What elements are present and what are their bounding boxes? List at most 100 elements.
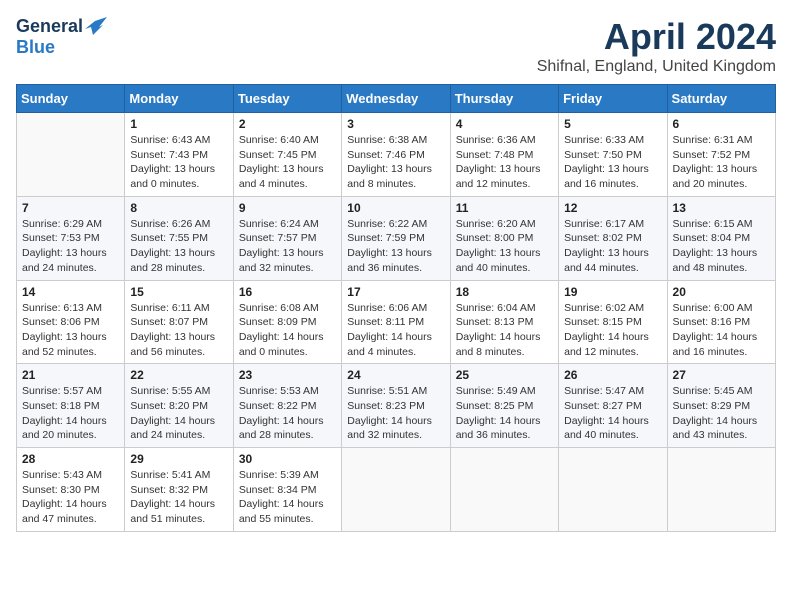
calendar-table: SundayMondayTuesdayWednesdayThursdayFrid… — [16, 84, 776, 532]
calendar-cell — [17, 113, 125, 197]
day-info: Sunrise: 6:02 AMSunset: 8:15 PMDaylight:… — [564, 301, 661, 360]
calendar-cell: 19 Sunrise: 6:02 AMSunset: 8:15 PMDayligh… — [559, 280, 667, 364]
day-info: Sunrise: 5:41 AMSunset: 8:32 PMDaylight:… — [130, 468, 227, 527]
calendar-cell: 1 Sunrise: 6:43 AMSunset: 7:43 PMDaylight… — [125, 113, 233, 197]
day-number: 30 — [239, 452, 336, 466]
logo-general-text: General — [16, 16, 83, 37]
day-info: Sunrise: 5:45 AMSunset: 8:29 PMDaylight:… — [673, 384, 770, 443]
day-info: Sunrise: 5:53 AMSunset: 8:22 PMDaylight:… — [239, 384, 336, 443]
day-number: 24 — [347, 368, 444, 382]
day-info: Sunrise: 5:47 AMSunset: 8:27 PMDaylight:… — [564, 384, 661, 443]
calendar-cell: 12 Sunrise: 6:17 AMSunset: 8:02 PMDayligh… — [559, 196, 667, 280]
location-title: Shifnal, England, United Kingdom — [537, 58, 776, 76]
day-info: Sunrise: 6:20 AMSunset: 8:00 PMDaylight:… — [456, 217, 553, 276]
logo-blue-text: Blue — [16, 37, 55, 58]
day-info: Sunrise: 6:04 AMSunset: 8:13 PMDaylight:… — [456, 301, 553, 360]
day-info: Sunrise: 5:51 AMSunset: 8:23 PMDaylight:… — [347, 384, 444, 443]
day-info: Sunrise: 6:36 AMSunset: 7:48 PMDaylight:… — [456, 133, 553, 192]
day-number: 3 — [347, 117, 444, 131]
calendar-cell: 15 Sunrise: 6:11 AMSunset: 8:07 PMDayligh… — [125, 280, 233, 364]
calendar-cell: 3 Sunrise: 6:38 AMSunset: 7:46 PMDaylight… — [342, 113, 450, 197]
weekday-header: Saturday — [667, 85, 775, 113]
calendar-cell: 4 Sunrise: 6:36 AMSunset: 7:48 PMDaylight… — [450, 113, 558, 197]
weekday-header: Thursday — [450, 85, 558, 113]
weekday-header: Tuesday — [233, 85, 341, 113]
calendar-cell: 29 Sunrise: 5:41 AMSunset: 8:32 PMDayligh… — [125, 448, 233, 532]
calendar-cell: 8 Sunrise: 6:26 AMSunset: 7:55 PMDaylight… — [125, 196, 233, 280]
calendar-cell: 11 Sunrise: 6:20 AMSunset: 8:00 PMDayligh… — [450, 196, 558, 280]
day-number: 4 — [456, 117, 553, 131]
day-number: 19 — [564, 285, 661, 299]
day-number: 21 — [22, 368, 119, 382]
calendar-week-row: 21 Sunrise: 5:57 AMSunset: 8:18 PMDayligh… — [17, 364, 776, 448]
day-info: Sunrise: 6:29 AMSunset: 7:53 PMDaylight:… — [22, 217, 119, 276]
day-info: Sunrise: 6:33 AMSunset: 7:50 PMDaylight:… — [564, 133, 661, 192]
header-area: General Blue April 2024 Shifnal, England… — [16, 16, 776, 76]
day-number: 28 — [22, 452, 119, 466]
calendar-week-row: 1 Sunrise: 6:43 AMSunset: 7:43 PMDaylight… — [17, 113, 776, 197]
weekday-header: Sunday — [17, 85, 125, 113]
day-info: Sunrise: 6:08 AMSunset: 8:09 PMDaylight:… — [239, 301, 336, 360]
calendar-cell: 16 Sunrise: 6:08 AMSunset: 8:09 PMDayligh… — [233, 280, 341, 364]
calendar-cell — [450, 448, 558, 532]
day-info: Sunrise: 6:13 AMSunset: 8:06 PMDaylight:… — [22, 301, 119, 360]
day-info: Sunrise: 6:43 AMSunset: 7:43 PMDaylight:… — [130, 133, 227, 192]
day-number: 6 — [673, 117, 770, 131]
day-number: 5 — [564, 117, 661, 131]
day-info: Sunrise: 5:39 AMSunset: 8:34 PMDaylight:… — [239, 468, 336, 527]
day-info: Sunrise: 6:38 AMSunset: 7:46 PMDaylight:… — [347, 133, 444, 192]
day-info: Sunrise: 6:00 AMSunset: 8:16 PMDaylight:… — [673, 301, 770, 360]
calendar-week-row: 7 Sunrise: 6:29 AMSunset: 7:53 PMDaylight… — [17, 196, 776, 280]
day-number: 10 — [347, 201, 444, 215]
calendar-cell — [342, 448, 450, 532]
calendar-cell: 28 Sunrise: 5:43 AMSunset: 8:30 PMDayligh… — [17, 448, 125, 532]
calendar-cell: 26 Sunrise: 5:47 AMSunset: 8:27 PMDayligh… — [559, 364, 667, 448]
day-number: 1 — [130, 117, 227, 131]
calendar-cell: 9Sunrise: 6:24 AMSunset: 7:57 PMDaylight… — [233, 196, 341, 280]
day-info: Sunrise: 6:15 AMSunset: 8:04 PMDaylight:… — [673, 217, 770, 276]
day-number: 11 — [456, 201, 553, 215]
calendar-cell: 5 Sunrise: 6:33 AMSunset: 7:50 PMDaylight… — [559, 113, 667, 197]
calendar-cell: 10Sunrise: 6:22 AMSunset: 7:59 PMDayligh… — [342, 196, 450, 280]
calendar-cell: 14Sunrise: 6:13 AMSunset: 8:06 PMDayligh… — [17, 280, 125, 364]
day-info: Sunrise: 6:31 AMSunset: 7:52 PMDaylight:… — [673, 133, 770, 192]
day-number: 7 — [22, 201, 119, 215]
calendar-cell: 18 Sunrise: 6:04 AMSunset: 8:13 PMDayligh… — [450, 280, 558, 364]
day-number: 18 — [456, 285, 553, 299]
day-number: 13 — [673, 201, 770, 215]
day-number: 2 — [239, 117, 336, 131]
day-info: Sunrise: 6:06 AMSunset: 8:11 PMDaylight:… — [347, 301, 444, 360]
day-info: Sunrise: 5:55 AMSunset: 8:20 PMDaylight:… — [130, 384, 227, 443]
day-info: Sunrise: 5:57 AMSunset: 8:18 PMDaylight:… — [22, 384, 119, 443]
calendar-cell: 22Sunrise: 5:55 AMSunset: 8:20 PMDayligh… — [125, 364, 233, 448]
day-number: 17 — [347, 285, 444, 299]
day-info: Sunrise: 6:26 AMSunset: 7:55 PMDaylight:… — [130, 217, 227, 276]
day-number: 12 — [564, 201, 661, 215]
calendar-week-row: 28 Sunrise: 5:43 AMSunset: 8:30 PMDayligh… — [17, 448, 776, 532]
day-info: Sunrise: 6:11 AMSunset: 8:07 PMDaylight:… — [130, 301, 227, 360]
day-number: 8 — [130, 201, 227, 215]
month-title: April 2024 — [537, 16, 776, 58]
day-number: 16 — [239, 285, 336, 299]
calendar-cell: 17 Sunrise: 6:06 AMSunset: 8:11 PMDayligh… — [342, 280, 450, 364]
day-number: 15 — [130, 285, 227, 299]
calendar-cell: 21 Sunrise: 5:57 AMSunset: 8:18 PMDayligh… — [17, 364, 125, 448]
day-number: 23 — [239, 368, 336, 382]
day-number: 9 — [239, 201, 336, 215]
day-number: 25 — [456, 368, 553, 382]
weekday-header: Monday — [125, 85, 233, 113]
calendar-cell: 20 Sunrise: 6:00 AMSunset: 8:16 PMDayligh… — [667, 280, 775, 364]
weekday-header: Wednesday — [342, 85, 450, 113]
day-number: 27 — [673, 368, 770, 382]
calendar-cell — [559, 448, 667, 532]
day-info: Sunrise: 5:43 AMSunset: 8:30 PMDaylight:… — [22, 468, 119, 527]
logo: General Blue — [16, 16, 107, 58]
day-number: 20 — [673, 285, 770, 299]
calendar-cell: 24 Sunrise: 5:51 AMSunset: 8:23 PMDayligh… — [342, 364, 450, 448]
day-info: Sunrise: 5:49 AMSunset: 8:25 PMDaylight:… — [456, 384, 553, 443]
day-info: Sunrise: 6:17 AMSunset: 8:02 PMDaylight:… — [564, 217, 661, 276]
day-number: 26 — [564, 368, 661, 382]
calendar-cell — [667, 448, 775, 532]
day-number: 29 — [130, 452, 227, 466]
day-info: Sunrise: 6:40 AMSunset: 7:45 PMDaylight:… — [239, 133, 336, 192]
